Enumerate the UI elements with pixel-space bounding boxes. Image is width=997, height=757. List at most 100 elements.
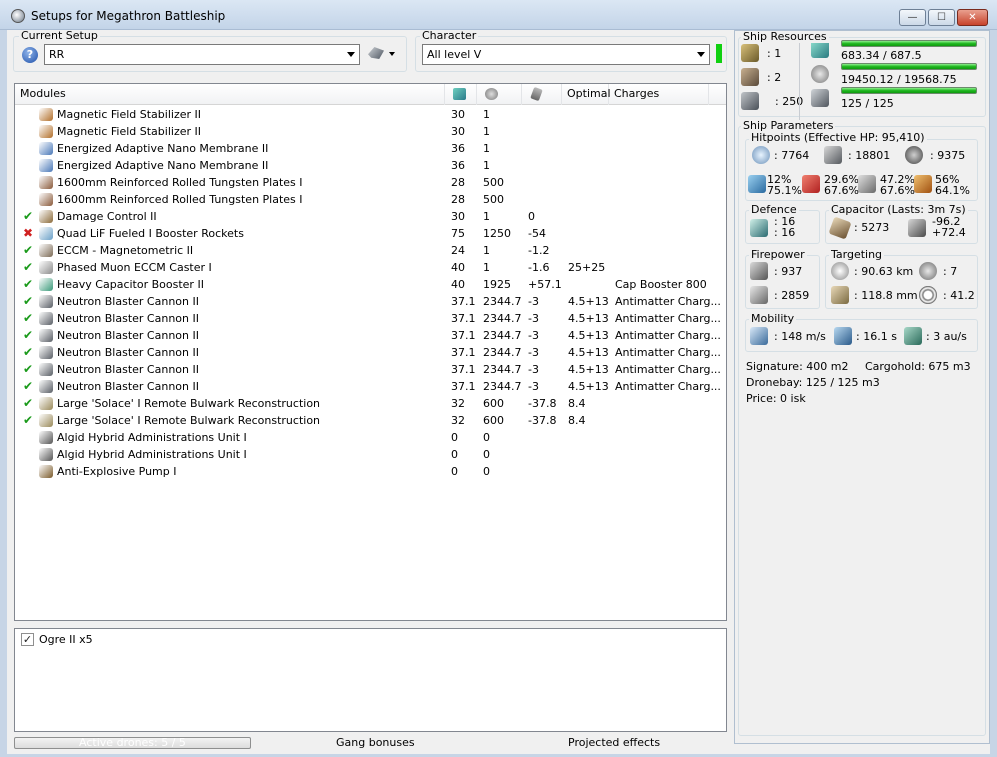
maximize-button[interactable]: ☐ [928,9,955,26]
defence-value: : 16 : 16 [774,215,796,239]
module-row[interactable]: Algid Hybrid Administrations Unit I 0 0 [15,446,726,463]
ship-resources-label: Ship Resources [741,30,829,43]
setup-select[interactable]: RR [44,44,360,65]
module-power: 2344.7 [483,380,522,393]
module-icon [39,363,53,376]
module-row[interactable]: ✔ Neutron Blaster Cannon II 37.1 2344.7 -3 4.… [15,344,726,361]
module-row[interactable]: ✔ Large 'Solace' I Remote Bulwark Reconst… [15,412,726,429]
gang-bonuses-link[interactable]: Gang bonuses [336,736,415,750]
powergrid-icon [485,88,498,100]
module-row[interactable]: ✔ Neutron Blaster Cannon II 37.1 2344.7 -3 4.… [15,327,726,344]
module-cpu: 37.1 [451,329,476,342]
module-cpu: 75 [451,227,465,240]
module-row[interactable]: 1600mm Reinforced Rolled Tungsten Plates… [15,174,726,191]
module-row[interactable]: 1600mm Reinforced Rolled Tungsten Plates… [15,191,726,208]
module-row[interactable]: ✔ Neutron Blaster Cannon II 37.1 2344.7 -3 4.… [15,361,726,378]
module-row[interactable]: ✔ Neutron Blaster Cannon II 37.1 2344.7 -3 4.… [15,293,726,310]
module-row[interactable]: ✔ Damage Control II 30 1 0 [15,208,726,225]
module-power: 2344.7 [483,329,522,342]
module-icon [39,261,53,274]
module-row[interactable]: ✔ Large 'Solace' I Remote Bulwark Reconst… [15,395,726,412]
module-capacitor: -54 [528,227,546,240]
help-icon[interactable]: ? [22,47,38,63]
module-cpu: 37.1 [451,312,476,325]
sensor-strength: : 41.2 [943,289,975,302]
character-select-value: All level V [427,48,482,61]
col-optimal[interactable]: Optimal [562,84,611,105]
col-power[interactable] [477,84,522,105]
module-capacitor: -37.8 [528,414,557,427]
module-capacitor: -3 [528,346,539,359]
module-row[interactable]: Energized Adaptive Nano Membrane II 36 1 [15,157,726,174]
col-capacitor[interactable] [522,84,562,105]
capacitor-delta: -96.2 +72.4 [932,215,966,239]
setup-select-value: RR [49,48,65,61]
character-status-indicator [716,44,722,63]
col-modules[interactable]: Modules [15,84,445,105]
module-row[interactable]: ✔ Neutron Blaster Cannon II 37.1 2344.7 -3 4.… [15,378,726,395]
module-row[interactable]: Energized Adaptive Nano Membrane II 36 1 [15,140,726,157]
module-row[interactable]: Algid Hybrid Administrations Unit I 0 0 [15,429,726,446]
projected-effects-link[interactable]: Projected effects [568,736,660,750]
targeting-range-icon [831,262,849,280]
title-bar: Setups for Megathron Battleship — ☐ ✕ [0,0,997,30]
module-power: 1 [483,108,490,121]
ship-menu-button[interactable] [366,44,400,64]
module-icon [39,244,53,257]
module-icon [39,329,53,342]
module-cpu: 36 [451,159,465,172]
bandwidth-bar [841,87,977,94]
firepower-label: Firepower [749,248,807,261]
module-charges: Antimatter Charg... [615,295,721,308]
minimize-button[interactable]: — [899,9,926,26]
module-cpu: 0 [451,431,458,444]
armor-hp: : 18801 [848,149,891,162]
module-cpu: 37.1 [451,380,476,393]
drones-list[interactable]: ✓ Ogre II x5 [14,628,727,732]
explosive-resist-icon [914,175,932,193]
module-row[interactable]: Anti-Explosive Pump I 0 0 [15,463,726,480]
module-power: 500 [483,193,504,206]
status-icon: ✔ [22,277,34,291]
module-row[interactable]: ✖ Quad LiF Fueled I Booster Rockets 75 1250… [15,225,726,242]
module-icon [39,397,53,410]
module-row[interactable]: ✔ Heavy Capacitor Booster II 40 1925 +57.1 Ca… [15,276,726,293]
module-power: 500 [483,176,504,189]
module-name: Quad LiF Fueled I Booster Rockets [57,227,244,240]
cpu-bar [841,40,977,47]
module-row[interactable]: Magnetic Field Stabilizer II 30 1 [15,106,726,123]
module-capacitor: -3 [528,295,539,308]
targeting-range: : 90.63 km [854,265,914,278]
module-row[interactable]: ✔ Phased Muon ECCM Caster I 40 1 -1.6 25+25 [15,259,726,276]
window-title: Setups for Megathron Battleship [31,9,226,23]
module-row[interactable]: ✔ Neutron Blaster Cannon II 37.1 2344.7 -3 4.… [15,310,726,327]
close-button[interactable]: ✕ [957,9,988,26]
drone-bandwidth-icon [811,89,829,107]
module-power: 1 [483,159,490,172]
module-cpu: 40 [451,261,465,274]
kinetic-resist: 47.2% 67.6% [880,173,915,197]
module-power: 1 [483,261,490,274]
module-cpu: 28 [451,176,465,189]
drone-item[interactable]: Ogre II x5 [39,633,93,646]
status-icon: ✔ [22,379,34,393]
module-row[interactable]: ✔ ECCM - Magnetometric II 24 1 -1.2 [15,242,726,259]
ship-resources-group: : 1 : 2 : 250 683.34 / 687.5 19450.12 / … [738,37,986,120]
col-cpu[interactable] [445,84,477,105]
drone-checkbox[interactable]: ✓ [21,633,34,646]
module-name: Damage Control II [57,210,157,223]
shield-icon [752,146,770,164]
targeting-label: Targeting [829,248,885,261]
defence-label: Defence [749,203,799,216]
module-row[interactable]: Magnetic Field Stabilizer II 30 1 [15,123,726,140]
resources-divider [799,42,800,120]
module-capacitor: -3 [528,363,539,376]
launcher-hardpoint-icon [741,68,759,86]
modules-list[interactable]: Modules Optimal Charges Magnetic Field S… [14,83,727,621]
max-targets-icon [919,262,937,280]
capacitor-amount: : 5273 [854,221,890,234]
module-power: 600 [483,414,504,427]
character-select[interactable]: All level V [422,44,710,65]
powergrid-value: 19450.12 / 19568.75 [841,73,957,86]
col-charges[interactable]: Charges [609,84,709,105]
